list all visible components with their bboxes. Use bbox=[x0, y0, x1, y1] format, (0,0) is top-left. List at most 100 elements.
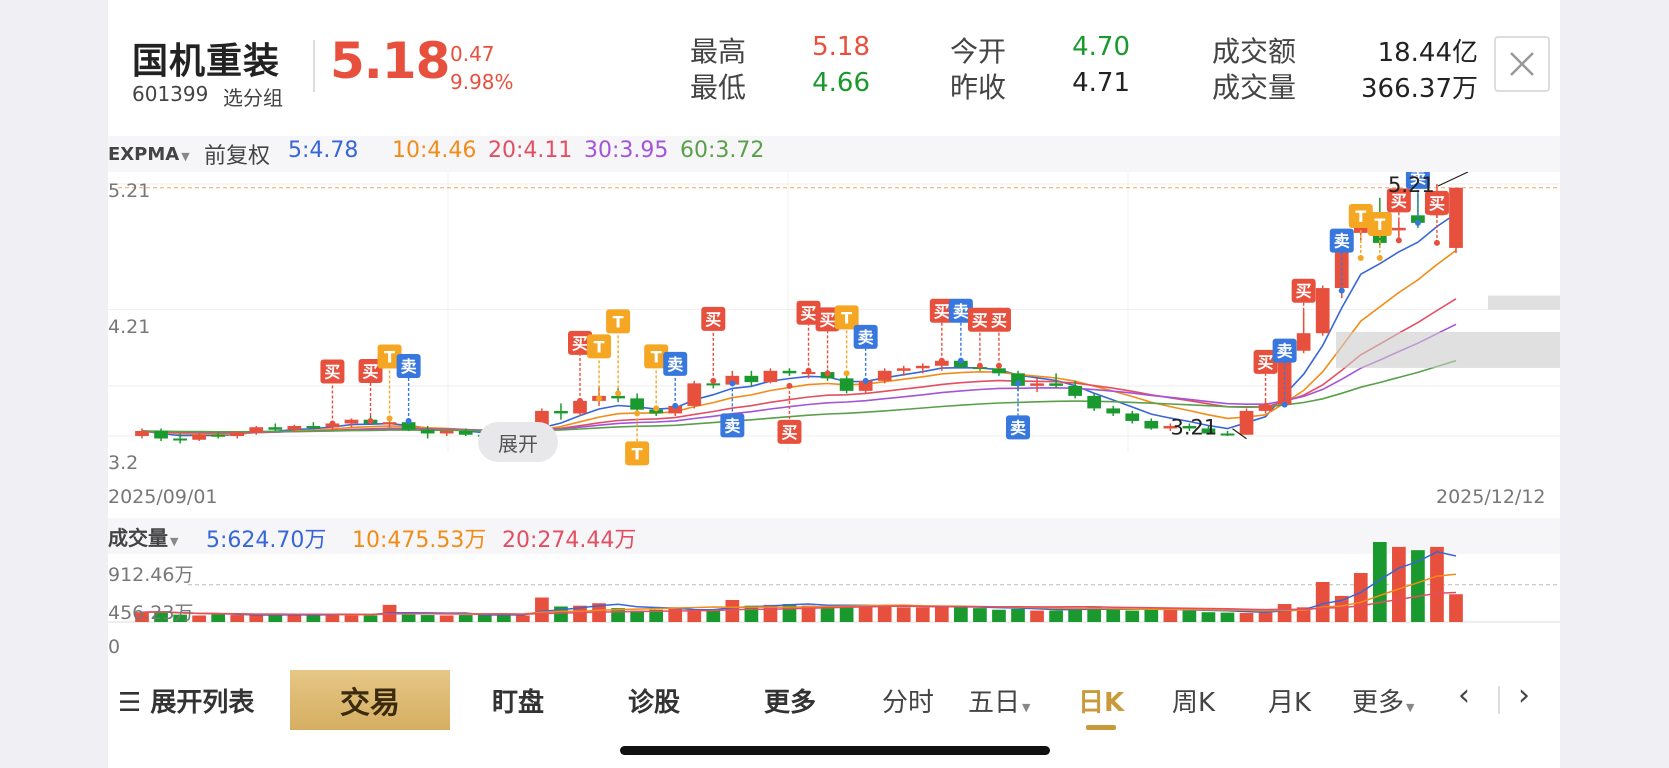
tab-intraday[interactable]: 分时 bbox=[882, 682, 934, 719]
volume-bar bbox=[725, 599, 740, 622]
volume-bar bbox=[1392, 546, 1406, 622]
signal-dot bbox=[405, 417, 412, 424]
volume-axis-top: 912.46万 bbox=[108, 564, 194, 586]
watch-button[interactable]: 盯盘 bbox=[492, 682, 544, 719]
volume-bar bbox=[1430, 546, 1444, 622]
nav-divider bbox=[1498, 686, 1500, 714]
volume-bar bbox=[934, 606, 949, 622]
tab-weekly-k[interactable]: 周K bbox=[1172, 682, 1215, 719]
signal-dot bbox=[596, 395, 603, 402]
header-divider bbox=[313, 40, 315, 92]
signal-buy-label: 买 bbox=[781, 423, 797, 442]
signal-dot bbox=[786, 382, 793, 389]
expand-button[interactable]: 展开 bbox=[478, 422, 558, 462]
volume-bar bbox=[1315, 582, 1330, 622]
tab-daily-k[interactable]: 日K bbox=[1078, 682, 1124, 719]
signal-buy-label: 买 bbox=[972, 311, 988, 330]
trade-button[interactable]: 交易 bbox=[290, 670, 450, 730]
tab-five-day[interactable]: 五日 ▼ bbox=[968, 682, 1030, 719]
volume-axis-zero: 0 bbox=[108, 636, 121, 658]
volume-bar bbox=[401, 614, 416, 622]
volume-bar bbox=[858, 605, 873, 622]
signal-dot bbox=[367, 417, 374, 424]
signal-dot bbox=[843, 370, 850, 377]
volume-bar bbox=[363, 615, 378, 622]
signal-dot bbox=[976, 362, 983, 369]
volume-bar bbox=[211, 614, 226, 622]
signal-t-label: T bbox=[651, 347, 662, 366]
volume-bar bbox=[1201, 612, 1216, 622]
signal-dot bbox=[957, 357, 964, 364]
ema-60-value: 60:3.72 bbox=[680, 138, 765, 163]
signal-buy-label: 买 bbox=[572, 334, 588, 353]
resistance-zone bbox=[1488, 295, 1560, 310]
chevron-left-icon[interactable]: ‹ bbox=[1458, 678, 1470, 713]
signal-buy-label: 买 bbox=[363, 362, 379, 381]
signal-sell-label: 卖 bbox=[667, 355, 683, 374]
candle bbox=[1030, 383, 1044, 386]
expand-list-label: 展开列表 bbox=[150, 688, 255, 718]
chevron-down-icon: ▼ bbox=[1022, 701, 1031, 714]
signal-buy-label: 买 bbox=[1296, 282, 1312, 301]
adjust-mode[interactable]: 前复权 bbox=[204, 138, 270, 170]
volume-bar bbox=[744, 605, 759, 622]
candle bbox=[439, 430, 454, 434]
volume-bar bbox=[420, 615, 435, 622]
active-tab-indicator bbox=[1086, 725, 1116, 730]
volume-bar bbox=[1144, 608, 1159, 622]
candle bbox=[687, 383, 702, 406]
candle bbox=[915, 365, 930, 369]
more-button[interactable]: 更多 bbox=[764, 682, 816, 719]
volume-bar bbox=[249, 615, 264, 622]
ema-10-value: 10:4.46 bbox=[392, 138, 477, 163]
signal-dot bbox=[1357, 254, 1364, 261]
candle bbox=[344, 419, 359, 424]
home-indicator bbox=[620, 746, 1050, 755]
low-value: 4.66 bbox=[812, 68, 870, 98]
stock-code: 601399 bbox=[132, 82, 209, 106]
tab-more-label: 更多 bbox=[1352, 688, 1405, 718]
signal-dot bbox=[729, 380, 736, 387]
candle bbox=[992, 368, 1006, 374]
signal-sell-label: 卖 bbox=[1277, 342, 1293, 361]
signal-dot bbox=[1376, 254, 1383, 261]
volume-bar bbox=[1220, 612, 1235, 622]
candle bbox=[1125, 413, 1140, 421]
signal-dot bbox=[938, 357, 945, 364]
select-group-button[interactable]: 选分组 bbox=[223, 82, 283, 111]
volume-axis-mid: 456.23万 bbox=[108, 602, 194, 624]
candle bbox=[1049, 383, 1063, 386]
diagnose-button[interactable]: 诊股 bbox=[628, 682, 680, 719]
volume-bar bbox=[1106, 609, 1121, 622]
volume-bar bbox=[1030, 610, 1044, 622]
chevron-right-icon[interactable]: › bbox=[1518, 678, 1530, 713]
volume-bar bbox=[477, 614, 492, 622]
signal-dot bbox=[386, 415, 393, 422]
candle bbox=[230, 432, 245, 436]
signal-sell-label: 卖 bbox=[953, 302, 969, 321]
stock-detail-screen: 国机重装 601399 选分组 5.18 0.47 9.98% 最高 5.18 … bbox=[108, 0, 1560, 768]
volume-bar bbox=[344, 614, 359, 622]
volume-bar bbox=[954, 606, 968, 622]
close-icon[interactable] bbox=[1494, 36, 1550, 92]
candlestick-chart[interactable]: 买买T卖买 TTTT卖买卖 买买买 T卖买卖买买卖买卖买卖T T买卖买5.213.21 bbox=[108, 172, 1560, 482]
volume-bar bbox=[1239, 613, 1254, 622]
tab-more[interactable]: 更多 ▼ bbox=[1352, 682, 1414, 719]
volume-chart[interactable] bbox=[108, 540, 1560, 664]
volume-bar bbox=[535, 597, 549, 622]
signal-sell-label: 卖 bbox=[1334, 232, 1350, 251]
tab-monthly-k[interactable]: 月K bbox=[1268, 682, 1311, 719]
signal-dot bbox=[862, 377, 869, 384]
candle bbox=[782, 370, 797, 374]
volume-bar bbox=[896, 607, 911, 622]
signal-dot bbox=[710, 377, 717, 384]
candle bbox=[763, 370, 778, 383]
ema-20-value: 20:4.11 bbox=[488, 138, 573, 163]
signal-buy-label: 买 bbox=[705, 310, 721, 329]
volume-bar bbox=[687, 610, 702, 622]
signal-buy-label: 买 bbox=[324, 362, 340, 381]
indicator-selector[interactable]: EXPMA ▼ bbox=[108, 144, 190, 165]
stock-name: 国机重装 bbox=[132, 41, 281, 82]
expand-list-button[interactable]: ☰ 展开列表 bbox=[118, 682, 254, 719]
signal-t-label: T bbox=[594, 337, 605, 356]
